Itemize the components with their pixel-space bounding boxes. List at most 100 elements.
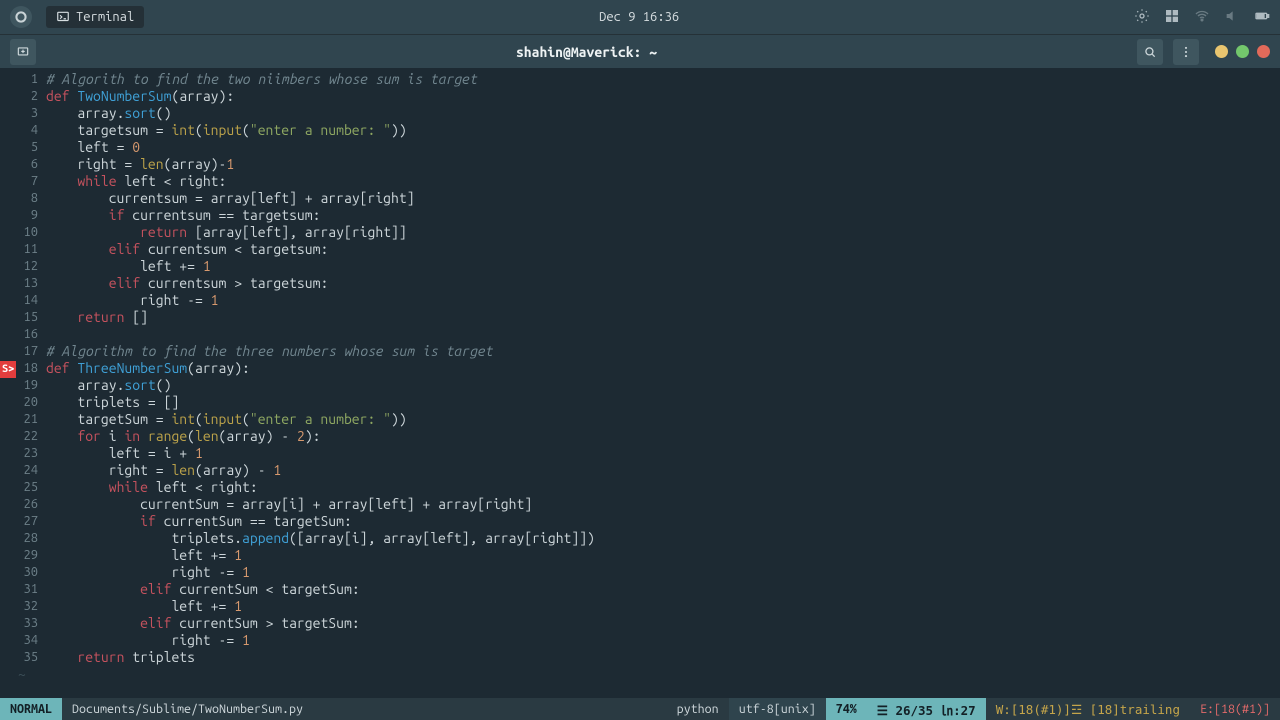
sign-column <box>0 258 18 275</box>
code-content[interactable]: left += 1 <box>46 598 1280 615</box>
code-line[interactable]: S>18def ThreeNumberSum(array): <box>0 360 1280 377</box>
code-line[interactable]: 12 left += 1 <box>0 258 1280 275</box>
editor-area[interactable]: 1# Algorith to find the two niimbers who… <box>0 68 1280 698</box>
code-line[interactable]: 20 triplets = [] <box>0 394 1280 411</box>
code-line[interactable]: 2def TwoNumberSum(array): <box>0 88 1280 105</box>
code-line[interactable]: 15 return [] <box>0 309 1280 326</box>
code-content[interactable]: # Algorith to find the two niimbers whos… <box>46 71 1280 88</box>
code-line[interactable]: 8 currentsum = array[left] + array[right… <box>0 190 1280 207</box>
code-line[interactable]: 30 right -= 1 <box>0 564 1280 581</box>
code-line[interactable]: 24 right = len(array) - 1 <box>0 462 1280 479</box>
code-line[interactable]: 5 left = 0 <box>0 139 1280 156</box>
code-content[interactable]: currentsum = array[left] + array[right] <box>46 190 1280 207</box>
code-content[interactable]: right -= 1 <box>46 564 1280 581</box>
code-line[interactable]: 22 for i in range(len(array) - 2): <box>0 428 1280 445</box>
code-content[interactable]: left += 1 <box>46 547 1280 564</box>
line-number: 14 <box>18 292 46 309</box>
code-content[interactable]: elif currentSum > targetSum: <box>46 615 1280 632</box>
code-line[interactable]: 3 array.sort() <box>0 105 1280 122</box>
code-content[interactable]: return triplets <box>46 649 1280 666</box>
code-content[interactable]: while left < right: <box>46 479 1280 496</box>
code-line[interactable]: 35 return triplets <box>0 649 1280 666</box>
code-line[interactable]: 27 if currentSum == targetSum: <box>0 513 1280 530</box>
code-content[interactable]: right = len(array) - 1 <box>46 462 1280 479</box>
line-number: 28 <box>18 530 46 547</box>
code-line[interactable]: 1# Algorith to find the two niimbers who… <box>0 71 1280 88</box>
code-line[interactable]: 25 while left < right: <box>0 479 1280 496</box>
code-line[interactable]: 26 currentSum = array[i] + array[left] +… <box>0 496 1280 513</box>
new-tab-button[interactable] <box>10 39 36 65</box>
search-button[interactable] <box>1137 39 1163 65</box>
line-number: 9 <box>18 207 46 224</box>
line-number: 23 <box>18 445 46 462</box>
line-number: 3 <box>18 105 46 122</box>
code-line[interactable]: 6 right = len(array)-1 <box>0 156 1280 173</box>
code-content[interactable]: targetSum = int(input("enter a number: "… <box>46 411 1280 428</box>
code-line[interactable]: 9 if currentsum == targetsum: <box>0 207 1280 224</box>
activities-button[interactable] <box>10 6 32 28</box>
code-line[interactable]: 19 array.sort() <box>0 377 1280 394</box>
code-line[interactable]: 31 elif currentSum < targetSum: <box>0 581 1280 598</box>
line-number: 7 <box>18 173 46 190</box>
clock[interactable]: Dec 9 16:36 <box>154 10 1124 24</box>
code-line[interactable]: 4 targetsum = int(input("enter a number:… <box>0 122 1280 139</box>
code-content[interactable]: elif currentSum < targetSum: <box>46 581 1280 598</box>
code-content[interactable]: array.sort() <box>46 377 1280 394</box>
sign-column <box>0 581 18 598</box>
code-content[interactable]: if currentSum == targetSum: <box>46 513 1280 530</box>
code-content[interactable]: left += 1 <box>46 258 1280 275</box>
sign-column <box>0 156 18 173</box>
code-content[interactable]: array.sort() <box>46 105 1280 122</box>
code-content[interactable]: def TwoNumberSum(array): <box>46 88 1280 105</box>
wifi-tray-icon[interactable] <box>1194 8 1210 27</box>
code-line[interactable]: 21 targetSum = int(input("enter a number… <box>0 411 1280 428</box>
code-content[interactable]: left = 0 <box>46 139 1280 156</box>
workspace-tray-icon[interactable] <box>1164 8 1180 27</box>
code-content[interactable]: if currentsum == targetsum: <box>46 207 1280 224</box>
code-content[interactable]: def ThreeNumberSum(array): <box>46 360 1280 377</box>
code-content[interactable]: return [array[left], array[right]] <box>46 224 1280 241</box>
code-line[interactable]: 13 elif currentsum > targetsum: <box>0 275 1280 292</box>
code-content[interactable]: return [] <box>46 309 1280 326</box>
code-line[interactable]: 34 right -= 1 <box>0 632 1280 649</box>
code-line[interactable]: 28 triplets.append([array[i], array[left… <box>0 530 1280 547</box>
code-line[interactable]: 14 right -= 1 <box>0 292 1280 309</box>
code-line[interactable]: 23 left = i + 1 <box>0 445 1280 462</box>
battery-tray-icon[interactable] <box>1254 8 1270 27</box>
running-app-terminal[interactable]: Terminal <box>46 6 144 28</box>
code-line[interactable]: 32 left += 1 <box>0 598 1280 615</box>
line-number: 2 <box>18 88 46 105</box>
code-content[interactable]: targetsum = int(input("enter a number: "… <box>46 122 1280 139</box>
code-content[interactable]: elif currentsum > targetsum: <box>46 275 1280 292</box>
window-minimize[interactable] <box>1215 45 1228 58</box>
code-content[interactable]: while left < right: <box>46 173 1280 190</box>
code-content[interactable]: triplets = [] <box>46 394 1280 411</box>
code-content[interactable]: right = len(array)-1 <box>46 156 1280 173</box>
code-line[interactable]: 16 <box>0 326 1280 343</box>
code-content[interactable]: right -= 1 <box>46 292 1280 309</box>
code-content[interactable] <box>46 326 1280 343</box>
statusline: NORMAL Documents/Sublime/TwoNumberSum.py… <box>0 698 1280 720</box>
code-content[interactable]: elif currentsum < targetsum: <box>46 241 1280 258</box>
code-line[interactable]: 7 while left < right: <box>0 173 1280 190</box>
code-line[interactable]: 29 left += 1 <box>0 547 1280 564</box>
code-line[interactable]: 17# Algorithm to find the three numbers … <box>0 343 1280 360</box>
settings-tray-icon[interactable] <box>1134 8 1150 27</box>
code-line[interactable]: 11 elif currentsum < targetsum: <box>0 241 1280 258</box>
sign-column <box>0 394 18 411</box>
window-close[interactable] <box>1257 45 1270 58</box>
sign-column: S> <box>0 360 18 377</box>
code-content[interactable]: left = i + 1 <box>46 445 1280 462</box>
code-content[interactable]: triplets.append([array[i], array[left], … <box>46 530 1280 547</box>
code-content[interactable]: currentSum = array[i] + array[left] + ar… <box>46 496 1280 513</box>
window-maximize[interactable] <box>1236 45 1249 58</box>
volume-tray-icon[interactable] <box>1224 8 1240 27</box>
code-content[interactable]: right -= 1 <box>46 632 1280 649</box>
line-number: 29 <box>18 547 46 564</box>
line-number: 19 <box>18 377 46 394</box>
code-content[interactable]: for i in range(len(array) - 2): <box>46 428 1280 445</box>
code-content[interactable]: # Algorithm to find the three numbers wh… <box>46 343 1280 360</box>
code-line[interactable]: 33 elif currentSum > targetSum: <box>0 615 1280 632</box>
menu-button[interactable] <box>1173 39 1199 65</box>
code-line[interactable]: 10 return [array[left], array[right]] <box>0 224 1280 241</box>
